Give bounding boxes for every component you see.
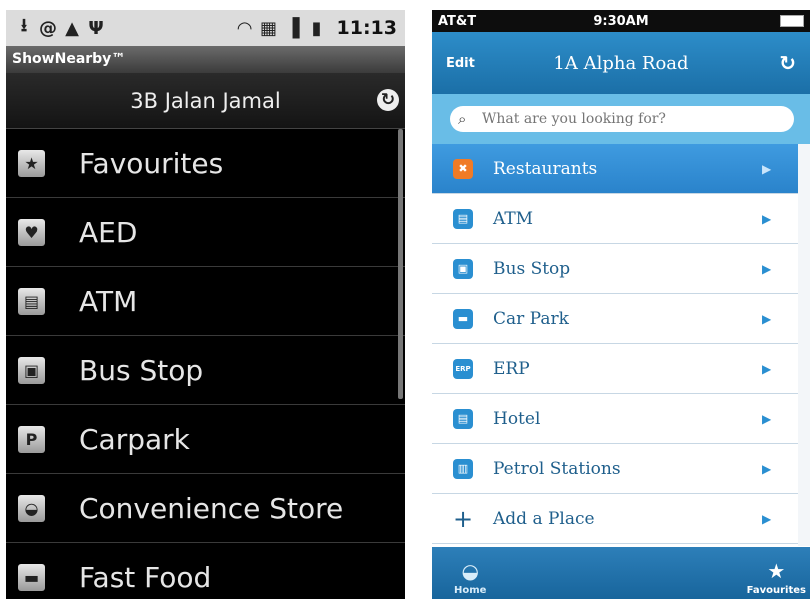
list-item-restaurants[interactable]: ✖ Restaurants ▶ xyxy=(432,144,798,194)
chevron-right-icon: ▶ xyxy=(762,211,772,226)
car-icon: ▬ xyxy=(453,308,473,329)
android-list-item-fast-food[interactable]: ▬ Fast Food xyxy=(6,543,405,599)
fastfood-icon: ▬ xyxy=(18,563,45,591)
parking-icon: P xyxy=(18,425,45,453)
chevron-right-icon: ▶ xyxy=(762,511,772,526)
download-icon: ⭳ xyxy=(20,15,28,36)
signal-icon: ▐ xyxy=(285,17,300,39)
chevron-right-icon: ▶ xyxy=(762,411,772,426)
android-location-label: 3B Jalan Jamal xyxy=(130,88,281,113)
refresh-icon[interactable]: ↻ xyxy=(377,89,399,111)
star-icon: ★ xyxy=(767,559,786,583)
list-item-label: Car Park xyxy=(493,308,569,329)
android-list-item-label: ATM xyxy=(79,284,138,318)
bus-icon: ▣ xyxy=(453,258,473,279)
list-item-erp[interactable]: ERP ERP ▶ xyxy=(432,344,798,394)
tab-bar: ◒ Home ★ Favourites xyxy=(432,547,810,599)
list-item-label: Hotel xyxy=(493,408,541,429)
reload-icon[interactable]: ↻ xyxy=(716,51,796,75)
page-title: 1A Alpha Road xyxy=(553,52,689,74)
list-item-label: ATM xyxy=(493,208,534,229)
tab-favourites[interactable]: ★ Favourites xyxy=(747,559,806,599)
tab-favourites-label: Favourites xyxy=(746,585,806,596)
android-list-item-convenience-store[interactable]: ◒ Convenience Store xyxy=(6,474,405,543)
android-list-item-carpark[interactable]: P Carpark xyxy=(6,405,405,474)
android-list-item-aed[interactable]: ♥ AED xyxy=(6,198,405,267)
list-item-petrol-stations[interactable]: ▥ Petrol Stations ▶ xyxy=(432,444,798,494)
list-item-label: Petrol Stations xyxy=(493,458,621,479)
atm-icon: ▤ xyxy=(453,208,473,229)
iphone-category-list: ✖ Restaurants ▶ ▤ ATM ▶ ▣ Bus Stop ▶ ▬ C… xyxy=(432,144,798,544)
battery-icon: ▮ xyxy=(311,17,322,39)
list-item-hotel[interactable]: ▤ Hotel ▶ xyxy=(432,394,798,444)
android-list-item-label: AED xyxy=(79,215,138,249)
list-item-add-a-place[interactable]: + Add a Place ▶ xyxy=(432,494,798,544)
android-scrollbar[interactable] xyxy=(398,129,403,399)
chevron-right-icon: ▶ xyxy=(762,361,772,376)
restaurant-icon: ✖ xyxy=(453,158,473,179)
bus-icon: ▣ xyxy=(18,356,45,384)
chevron-right-icon: ▶ xyxy=(762,461,772,476)
android-list-item-label: Bus Stop xyxy=(79,353,204,387)
tab-home[interactable]: ◒ Home xyxy=(454,559,486,599)
list-item-car-park[interactable]: ▬ Car Park ▶ xyxy=(432,294,798,344)
android-list-item-bus-stop[interactable]: ▣ Bus Stop xyxy=(6,336,405,405)
edit-button[interactable]: Edit xyxy=(446,56,526,71)
carrier-label: AT&T xyxy=(438,13,477,29)
android-phone: ⭳ @ ▲ Ψ ◠ ▦ ▐ ▮ 11:13 ShowNearby™ 3B Jal… xyxy=(6,10,405,599)
iphone-status-time: 9:30AM xyxy=(593,13,649,29)
erp-icon: ERP xyxy=(453,358,473,379)
android-list-item-label: Fast Food xyxy=(79,560,212,594)
list-item-label: ERP xyxy=(493,358,530,379)
home-icon: ◒ xyxy=(461,559,479,583)
screenshot-comparison: ⭳ @ ▲ Ψ ◠ ▦ ▐ ▮ 11:13 ShowNearby™ 3B Jal… xyxy=(0,0,810,599)
chevron-right-icon: ▶ xyxy=(762,161,772,176)
3g-icon: ▦ xyxy=(260,17,278,39)
android-list-item-label: Convenience Store xyxy=(79,491,344,525)
android-status-bar: ⭳ @ ▲ Ψ ◠ ▦ ▐ ▮ 11:13 xyxy=(6,10,405,46)
android-location-bar: 3B Jalan Jamal ↻ xyxy=(6,73,405,129)
battery-icon xyxy=(682,15,804,27)
android-list-item-favourites[interactable]: ★ Favourites xyxy=(6,129,405,198)
android-category-list: ★ Favourites ♥ AED ▤ ATM ▣ Bus Stop P Ca… xyxy=(6,129,405,599)
list-item-label: Bus Stop xyxy=(493,258,571,279)
list-item-bus-stop[interactable]: ▣ Bus Stop ▶ xyxy=(432,244,798,294)
android-list-item-label: Favourites xyxy=(79,146,224,180)
petrol-icon: ▥ xyxy=(453,458,473,479)
heart-icon: ♥ xyxy=(18,218,45,246)
search-field[interactable]: ⌕ xyxy=(450,106,794,132)
android-app-title: ShowNearby™ xyxy=(6,46,405,73)
tab-home-label: Home xyxy=(454,585,487,596)
wifi-icon: ◠ xyxy=(237,17,252,39)
search-bar: ⌕ xyxy=(432,94,810,144)
iphone: AT&T 9:30AM Edit 1A Alpha Road ↻ ⌕ ✖ Res… xyxy=(432,10,810,599)
iphone-status-bar: AT&T 9:30AM xyxy=(432,10,810,32)
atm-icon: ▤ xyxy=(18,287,45,315)
chevron-right-icon: ▶ xyxy=(762,311,772,326)
hotel-icon: ▤ xyxy=(453,408,473,429)
list-item-label: Restaurants xyxy=(493,158,598,179)
list-item-atm[interactable]: ▤ ATM ▶ xyxy=(432,194,798,244)
plus-icon: + xyxy=(453,504,474,533)
list-item-label: Add a Place xyxy=(493,508,595,529)
alphabet-index-strip[interactable] xyxy=(798,144,810,546)
iphone-nav-bar: Edit 1A Alpha Road ↻ xyxy=(432,32,810,94)
star-icon: ★ xyxy=(18,149,45,177)
chevron-right-icon: ▶ xyxy=(762,261,772,276)
store-icon: ◒ xyxy=(18,494,45,522)
android-list-item-label: Carpark xyxy=(79,422,190,456)
android-status-time: 11:13 xyxy=(336,17,397,39)
android-list-item-atm[interactable]: ▤ ATM xyxy=(6,267,405,336)
search-input[interactable] xyxy=(480,110,744,128)
search-icon: ⌕ xyxy=(458,110,467,128)
at-icon: @ xyxy=(39,17,57,39)
warning-icon: ▲ xyxy=(65,17,79,39)
usb-icon: Ψ xyxy=(88,17,104,39)
